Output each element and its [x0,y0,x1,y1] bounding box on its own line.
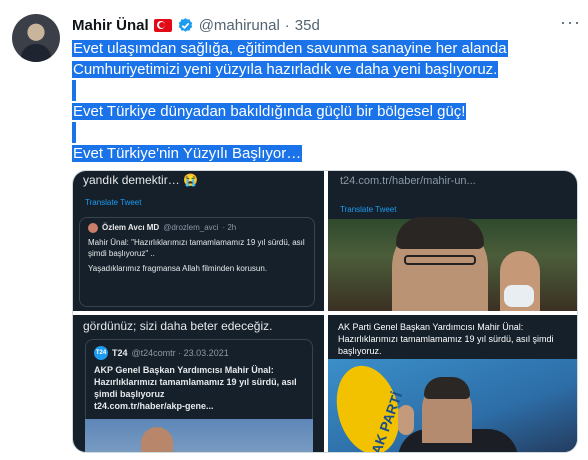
author-handle[interactable]: @mahirunal [199,17,280,34]
verified-badge-icon [178,17,192,32]
quoted-tweet: Özlem Avcı MD @drozlem_avci · 2h Mahir Ü… [79,217,315,307]
tweet-header: Mahir Ünal @mahirunal · 35d [72,14,320,36]
tweet-timestamp[interactable]: 35d [295,17,320,34]
quoted-text-2: Yaşadıklarımız fragmansa Allah filminden… [88,264,268,273]
card-source-handle: @t24comtr · 23.03.2021 [131,348,229,358]
quoted-time: · 2h [222,223,237,232]
quoted-author: Özlem Avcı MD [102,223,160,232]
more-options-icon[interactable]: ··· [560,12,581,33]
media-image-4[interactable]: AK Parti Genel Başkan Yardımcısı Mahir Ü… [328,315,577,452]
image1-top-text: yandık demektir… 😭 [83,173,198,187]
media-image-2[interactable]: t24.com.tr/haber/mahir-un... Translate T… [328,171,577,311]
card-headline: AKP Genel Başkan Yardımcısı Mahir Ünal: … [94,365,297,399]
separator-dot: · [284,16,290,34]
quoted-text-1: Mahir Ünal: "Hazırlıklarımızı tamamlamam… [88,238,305,258]
t24-logo-icon: T24 [94,346,108,360]
tweet-text-line: Evet Türkiye'nin Yüzyılı Başlıyor… [72,145,303,162]
raised-hand [398,405,414,435]
tweet-text: Evet ulaşımdan sağlığa, eğitimden savunm… [72,38,512,164]
tweet-text-line: Evet Türkiye dünyadan bakıldığında güçlü… [72,103,467,120]
card-source-name: T24 [112,348,128,358]
image2-link-text: t24.com.tr/haber/mahir-un... [340,175,476,187]
speaker-hair [396,217,484,249]
media-image-1[interactable]: yandık demektir… 😭 Translate Tweet Özlem… [73,171,324,311]
tweet-text-line: Evet ulaşımdan sağlığa, eğitimden savunm… [72,40,508,57]
tweet-text-blank [72,80,76,101]
translate-tweet-link: Translate Tweet [85,198,142,207]
portrait-photo [328,217,577,311]
speaker-hair [424,377,470,399]
card-link: t24.com.tr/haber/akp-gene... [94,401,214,411]
translate-tweet-link: Translate Tweet [340,205,397,214]
podium-photo: AK PARTİ [328,359,577,452]
avatar[interactable] [12,14,60,62]
image4-caption-body: Hazırlıklarımızı tamamlamamız 19 yıl sür… [338,334,554,356]
card-photo [85,419,313,452]
face-mask [504,285,534,307]
quoted-avatar [88,222,98,233]
media-grid: yandık demektir… 😭 Translate Tweet Özlem… [72,170,578,453]
image3-top-text: gördünüz; sizi daha beter edeceğiz. [83,319,273,333]
tweet-text-blank [72,122,76,143]
image4-caption: AK Parti Genel Başkan Yardımcısı Mahir Ü… [338,321,568,357]
author-name[interactable]: Mahir Ünal [72,17,149,34]
glasses [404,255,476,265]
quoted-handle: @drozlem_avci [163,223,219,232]
media-image-3[interactable]: gördünüz; sizi daha beter edeceğiz. T24 … [73,315,324,452]
image4-caption-title: AK Parti Genel Başkan Yardımcısı Mahir Ü… [338,322,524,332]
turkey-flag-icon [153,18,172,32]
tweet-text-line: Cumhuriyetimizi yeni yüzyıla hazırladık … [72,61,499,78]
